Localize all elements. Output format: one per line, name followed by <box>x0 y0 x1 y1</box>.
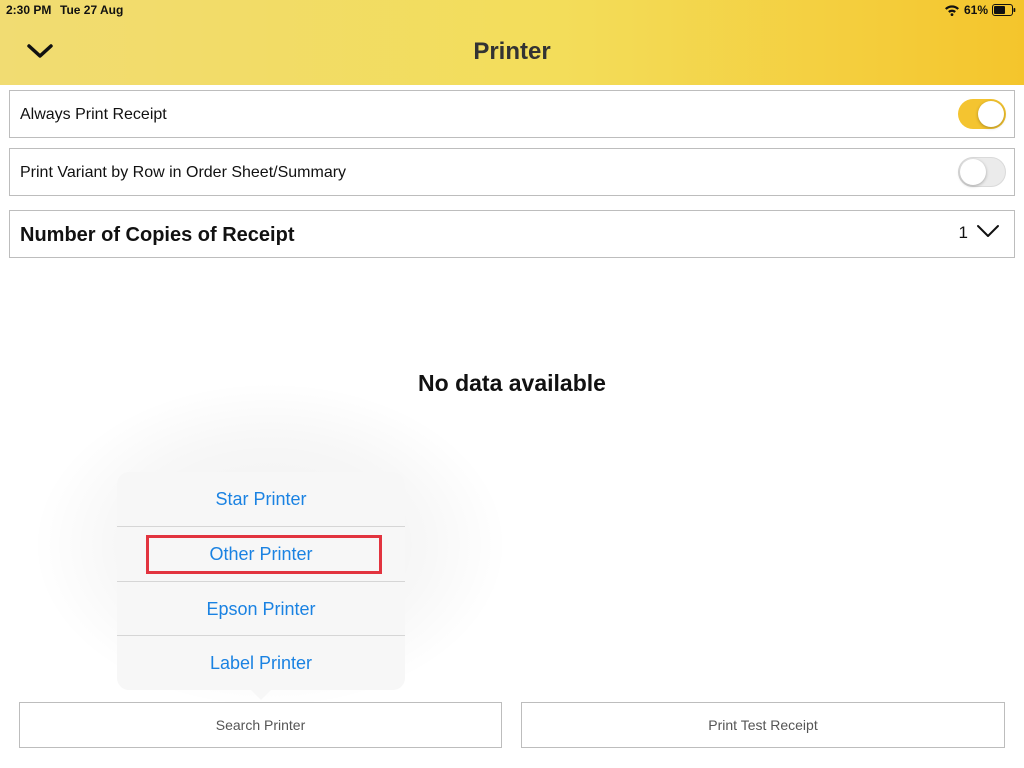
menu-item-other-printer[interactable]: Other Printer <box>117 527 405 581</box>
battery-percent: 61% <box>963 3 988 17</box>
copies-dropdown[interactable]: 1 <box>959 223 1000 243</box>
header-bar: 2:30 PM Tue 27 Aug 61% Printer <box>0 0 1024 85</box>
status-date: Tue 27 Aug <box>60 3 124 17</box>
copies-value: 1 <box>958 223 968 242</box>
wifi-icon <box>944 4 960 16</box>
empty-state-text: No data available <box>418 370 606 396</box>
toggle-knob <box>960 159 986 185</box>
printer-type-menu: Star Printer Other Printer Epson Printer… <box>117 472 405 700</box>
menu-item-star-printer[interactable]: Star Printer <box>117 472 405 526</box>
menu-item-epson-printer[interactable]: Epson Printer <box>117 582 405 636</box>
search-printer-button[interactable]: Search Printer <box>19 702 502 748</box>
print-test-receipt-button[interactable]: Print Test Receipt <box>521 702 1005 748</box>
print-variant-row: Print Variant by Row in Order Sheet/Summ… <box>9 148 1015 196</box>
always-print-receipt-toggle[interactable] <box>958 99 1006 129</box>
always-print-receipt-row: Always Print Receipt <box>9 90 1015 138</box>
print-variant-toggle[interactable] <box>958 157 1006 187</box>
status-time: 2:30 PM <box>6 3 52 17</box>
battery-icon <box>992 4 1016 16</box>
status-indicators: 61% <box>944 2 1016 18</box>
page-title: Printer <box>473 38 551 65</box>
copies-label: Number of Copies of Receipt <box>20 224 295 246</box>
menu-item-label-printer[interactable]: Label Printer <box>117 636 405 690</box>
chevron-down-icon <box>976 224 1000 243</box>
always-print-receipt-label: Always Print Receipt <box>20 106 167 123</box>
copies-row: Number of Copies of Receipt 1 <box>9 210 1015 258</box>
print-variant-label: Print Variant by Row in Order Sheet/Summ… <box>20 164 347 181</box>
popover-arrow <box>249 688 273 700</box>
toggle-knob <box>978 101 1004 127</box>
